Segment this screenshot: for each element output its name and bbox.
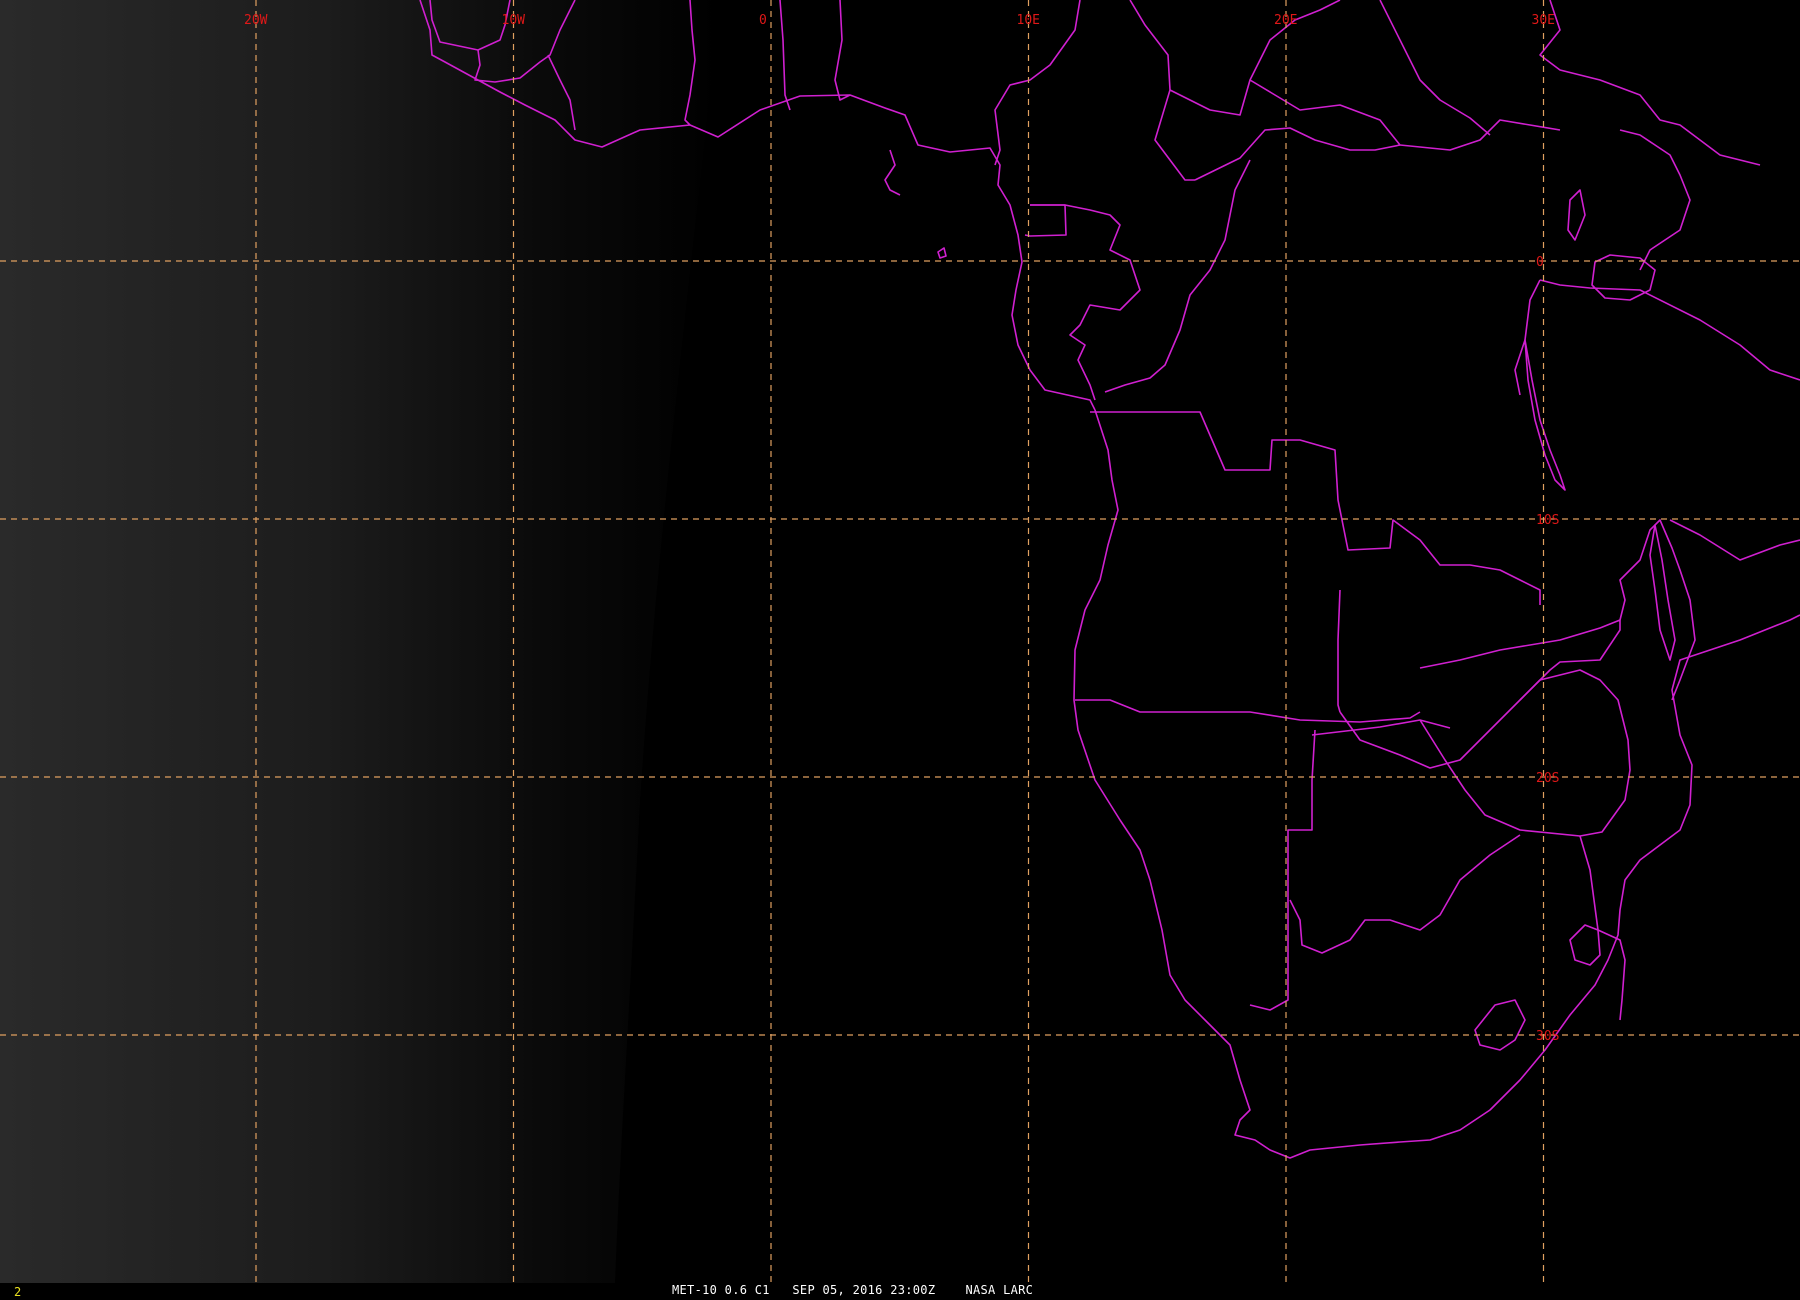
longitude-label: 10E xyxy=(1017,13,1040,28)
latitude-label: 0 xyxy=(1536,255,1544,270)
latitude-label: 10S xyxy=(1536,513,1559,528)
longitude-label: 20E xyxy=(1274,13,1297,28)
latitude-label: 20S xyxy=(1536,771,1559,786)
image-caption: MET-10 0.6 C1 SEP 05, 2016 23:00Z NASA L… xyxy=(672,1283,1034,1297)
longitude-label: 20W xyxy=(244,13,268,28)
longitude-label: 0 xyxy=(759,13,767,28)
frame-number: 2 xyxy=(14,1285,22,1299)
longitude-label: 30E xyxy=(1532,13,1555,28)
latitude-label: 30S xyxy=(1536,1029,1559,1044)
ocean-twilight-glow xyxy=(0,0,720,1283)
satellite-map: 20W 10W 0 10E 20E 30E 0 10S 20S 30S xyxy=(0,0,1800,1300)
longitude-label: 10W xyxy=(502,13,526,28)
